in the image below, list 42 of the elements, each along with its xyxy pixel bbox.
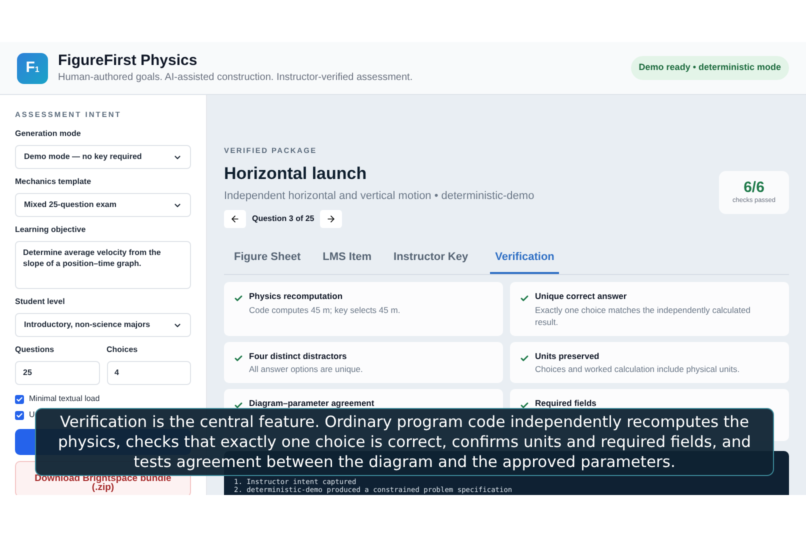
score-value: 6/6 bbox=[744, 179, 764, 196]
select-field[interactable]: Introductory, non-science majors bbox=[15, 313, 191, 338]
tab[interactable]: Figure Sheet bbox=[234, 240, 301, 274]
check-detail: All answer options are unique. bbox=[249, 363, 363, 376]
field-label: Learning objective bbox=[15, 224, 87, 236]
number-field[interactable]: 25 bbox=[15, 361, 100, 386]
check-title: Physics recomputation bbox=[249, 290, 344, 302]
package-title: Horizontal launch bbox=[224, 163, 368, 186]
checkbox[interactable] bbox=[15, 394, 24, 404]
check-title: Units preserved bbox=[535, 350, 600, 362]
select-field[interactable]: Demo mode — no key required bbox=[15, 145, 191, 170]
check-title: Four distinct distractors bbox=[249, 350, 348, 362]
field-label: Choices bbox=[106, 344, 139, 356]
tab[interactable]: Verification bbox=[490, 240, 560, 274]
tab[interactable]: LMS Item bbox=[322, 240, 372, 274]
question-counter: Question 3 of 25 bbox=[252, 213, 314, 226]
check-title: Unique correct answer bbox=[535, 290, 628, 302]
check-detail: Choices and worked calculation include physical units. bbox=[535, 363, 740, 376]
checkbox[interactable] bbox=[15, 410, 24, 420]
number-field[interactable]: 4 bbox=[106, 361, 191, 386]
status-badge: Demo ready • deterministic mode bbox=[630, 56, 789, 80]
select-field[interactable]: Mixed 25-question exam bbox=[15, 193, 191, 218]
check-title: Diagram–parameter agreement bbox=[249, 397, 374, 410]
previous-button[interactable] bbox=[224, 210, 246, 228]
checkbox-label: Minimal textual load bbox=[29, 393, 100, 406]
check-title: Required fields bbox=[535, 397, 596, 410]
objective-textarea[interactable]: Determine average velocity from the slope of a position–time graph. bbox=[15, 241, 191, 290]
field-label: Generation mode bbox=[15, 128, 82, 140]
check-detail: Code computes 45 m; key selects 45 m. bbox=[249, 304, 400, 316]
checkbox-label: U bbox=[29, 409, 35, 422]
caption-overlay: Verification is the central feature. Ordinary program code independently recomputes the physics, checks that exactly one choice is correct, confirms units and required fields, and tests agreement between the diagram and the approved parameters. bbox=[35, 408, 774, 476]
tab[interactable]: Instructor Key bbox=[394, 240, 468, 274]
right-arrow-icon bbox=[326, 214, 336, 224]
field-label: Student level bbox=[15, 296, 66, 308]
package-subtitle: Independent horizontal and vertical motion • deterministic-demo bbox=[224, 188, 534, 204]
app-title: FigureFirst Physics bbox=[58, 51, 198, 70]
field-label: Questions bbox=[15, 344, 56, 356]
next-button[interactable] bbox=[320, 210, 342, 228]
check-detail: Exactly one choice matches the independently calculated result. bbox=[535, 304, 752, 328]
left-arrow-icon bbox=[230, 214, 240, 224]
field-label: Mechanics template bbox=[15, 176, 92, 188]
app-subtitle: Human-authored goals. AI-assisted construction. Instructor-verified assessment. bbox=[58, 71, 413, 85]
